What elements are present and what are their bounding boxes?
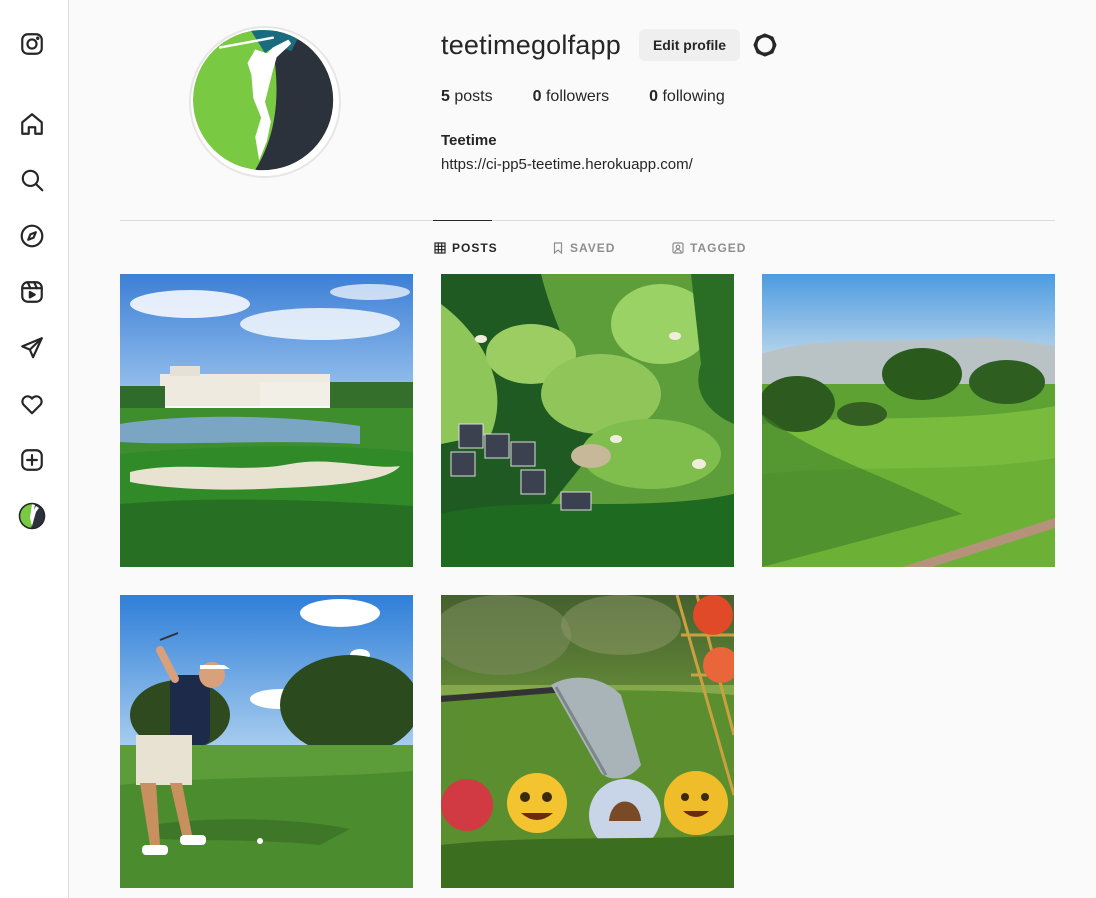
posts-count: 5 [441,88,450,105]
post-image-aerial-course [441,274,734,567]
profile-avatar-icon[interactable] [18,502,46,530]
tagged-icon [672,242,684,254]
followers-stat[interactable]: 0 followers [533,88,610,106]
bio-link[interactable]: https://ci-pp5-teetime.herokuapp.com/ [441,156,693,173]
profile-stats: 5 posts 0 followers 0 following [441,88,765,106]
profile-username: teetimegolfapp [441,30,621,60]
post-tile[interactable] [762,274,1055,567]
tab-tagged[interactable]: TAGGED [672,241,746,255]
post-image-emoji-golf-balls [441,595,734,888]
active-tab-indicator [433,220,492,221]
following-count: 0 [649,88,659,105]
profile-avatar[interactable] [189,26,341,178]
following-label: following [662,88,725,105]
post-tile[interactable] [441,595,734,888]
sidebar [0,0,69,898]
bookmark-icon [553,242,563,254]
post-tile[interactable] [441,274,734,567]
followers-label: followers [545,88,610,105]
post-tile[interactable] [120,274,413,567]
tab-saved[interactable]: SAVED [552,241,615,255]
posts-label: posts [454,88,493,105]
home-icon[interactable] [18,110,46,138]
bio-name: Teetime [441,132,497,149]
explore-icon[interactable] [18,222,46,250]
grid-icon [434,242,446,254]
post-image-golf-resort [120,274,413,567]
post-image-golfer-swing [120,595,413,888]
reels-icon[interactable] [18,278,46,306]
tab-saved-label: SAVED [570,241,616,255]
post-image-sunny-fairway [762,274,1055,567]
edit-profile-button[interactable]: Edit profile [639,29,740,61]
post-tile[interactable] [120,595,413,888]
search-icon[interactable] [18,166,46,194]
tab-posts[interactable]: POSTS [434,241,498,255]
following-stat[interactable]: 0 following [649,88,725,106]
tab-posts-label: POSTS [452,241,498,255]
settings-icon[interactable] [751,31,779,59]
followers-count: 0 [532,88,542,105]
heart-icon[interactable] [18,390,46,418]
send-icon[interactable] [18,334,46,362]
tab-tagged-label: TAGGED [690,241,747,255]
instagram-icon[interactable] [18,30,46,58]
plus-square-icon[interactable] [18,446,46,474]
tabs-divider [120,220,1055,221]
posts-stat[interactable]: 5 posts [441,88,493,106]
